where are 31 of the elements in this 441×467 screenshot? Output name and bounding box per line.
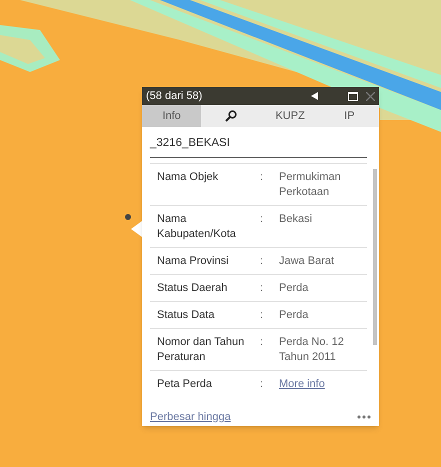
field-value: Perda No. 12 Tahun 2011: [279, 335, 345, 366]
field-label: Nama Provinsi: [157, 254, 230, 270]
previous-icon[interactable]: [311, 92, 318, 100]
field-value: Bekasi: [279, 212, 314, 228]
field-value: Permukiman Perkotaan: [279, 170, 342, 200]
more-options-icon[interactable]: [357, 415, 371, 419]
field-label: Nomor dan Tahun Peraturan: [157, 335, 246, 366]
field-label: Status Data: [157, 308, 216, 324]
field-separator: :: [260, 377, 264, 392]
field-separator: :: [260, 308, 264, 324]
maximize-icon[interactable]: [348, 92, 358, 100]
close-icon[interactable]: [366, 92, 375, 100]
zoom-to-link[interactable]: Perbesar hingga: [150, 408, 357, 426]
scrollbar[interactable]: [373, 169, 377, 345]
field-label: Nama Kabupaten/Kota: [157, 212, 237, 242]
field-separator: :: [260, 335, 264, 350]
field-separator: :: [260, 212, 264, 228]
field-separator: :: [260, 281, 264, 296]
field-value: Jawa Barat: [279, 254, 336, 270]
field-label: Nama Objek: [157, 170, 220, 186]
more-info-link[interactable]: More info: [279, 377, 325, 392]
field-separator: :: [260, 254, 264, 270]
field-value: Perda: [279, 281, 310, 296]
field-separator: :: [260, 170, 264, 186]
tab[interactable]: Info: [142, 105, 202, 127]
feature-title: _3216_BEKASI: [150, 127, 367, 158]
field-label: Peta Perda: [157, 377, 214, 392]
field-label: Status Daerah: [157, 281, 228, 296]
field-value: Perda: [279, 308, 310, 324]
popup-title: (58 dari 58): [146, 88, 204, 104]
search-icon: [224, 110, 237, 122]
